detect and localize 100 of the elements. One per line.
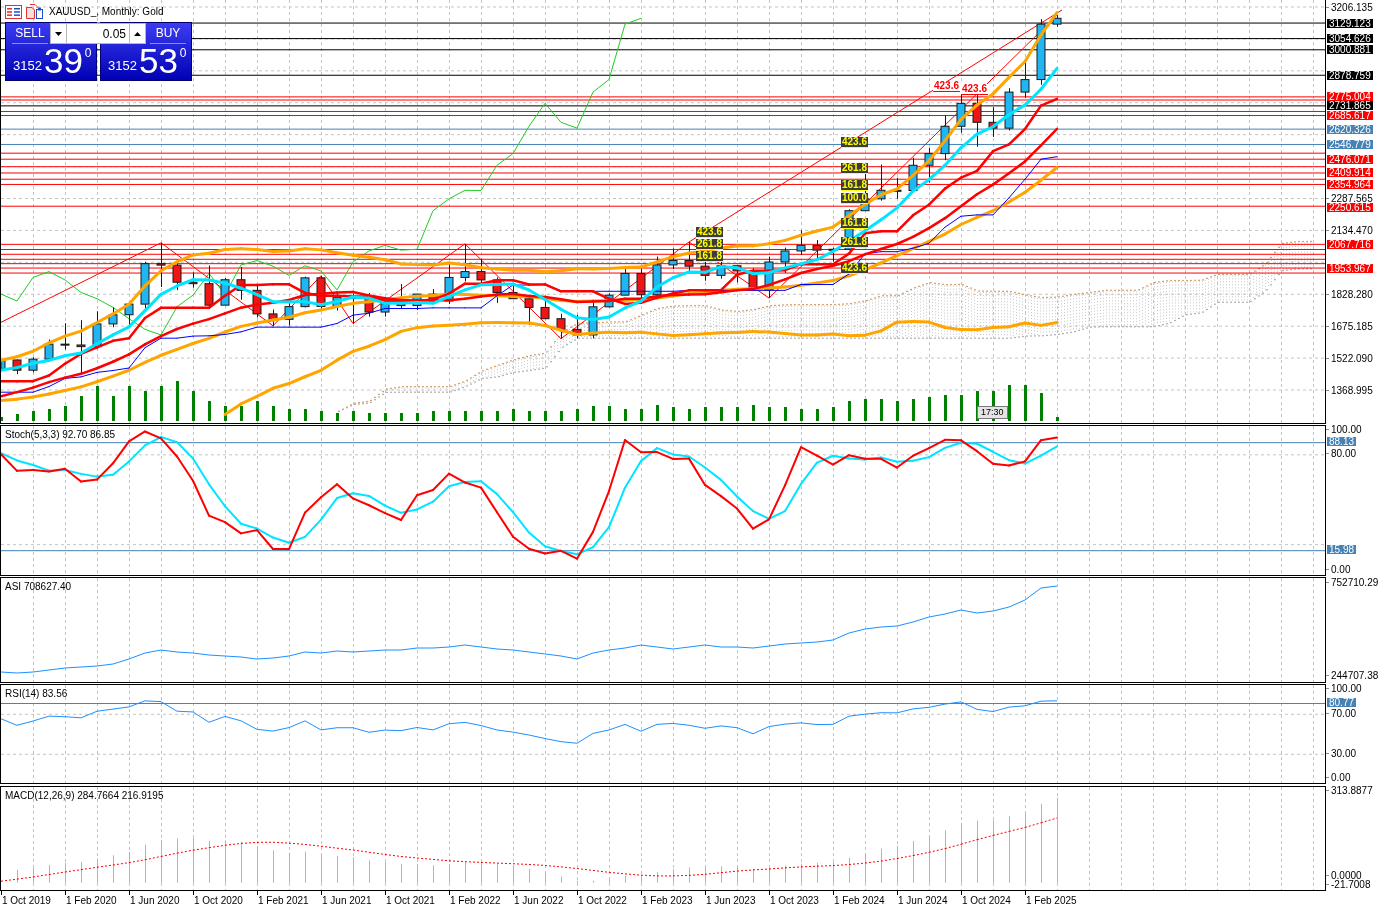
time-scale-label: 1 Feb 2024 <box>834 895 885 906</box>
volume-bar <box>1040 393 1043 421</box>
volume-bar <box>288 409 291 421</box>
volume-bar <box>752 405 755 421</box>
volume-bar <box>432 411 435 421</box>
volume-bar <box>336 413 339 421</box>
volume-bar <box>1056 417 1059 421</box>
volume-bar <box>912 399 915 421</box>
time-scale-label: 1 Feb 2020 <box>66 895 117 906</box>
volume-bar <box>96 386 99 421</box>
increase-volume-button[interactable] <box>129 23 146 44</box>
indicator-scale-label: -21.7008 <box>1331 880 1371 889</box>
list-icon[interactable] <box>5 4 22 19</box>
volume-bar <box>672 407 675 421</box>
time-scale-label: 1 Oct 2024 <box>962 895 1011 906</box>
indicator-level-label: 88.13 <box>1327 437 1357 447</box>
volume-bar <box>528 411 531 421</box>
time-scale-label: 1 Oct 2020 <box>194 895 243 906</box>
price-scale-label: 3206.135 <box>1331 2 1373 12</box>
decrease-volume-button[interactable] <box>50 23 67 44</box>
volume-bar <box>592 406 595 421</box>
volume-bar <box>784 407 787 421</box>
fibonacci-level-label: 100.0 <box>841 193 869 204</box>
price-level-label: 2067.716 <box>1327 239 1373 249</box>
price-scale-label: 1522.090 <box>1331 353 1373 363</box>
fibonacci-level-label: 261.8 <box>696 239 724 250</box>
pages-icon[interactable] <box>26 4 43 19</box>
caret-up-icon <box>134 31 141 36</box>
indicator-scale-label: 30.00 <box>1331 748 1357 758</box>
fibonacci-level-label: 161.8 <box>841 218 869 229</box>
volume-bar <box>656 405 659 421</box>
volume-bar <box>496 411 499 421</box>
price-scale-label: 1675.185 <box>1331 321 1373 331</box>
volume-bar <box>896 401 899 421</box>
volume-bar <box>544 411 547 421</box>
price-scale-label: 1368.995 <box>1331 385 1373 395</box>
fibonacci-level-label: 423.6 <box>841 137 869 148</box>
volume-bar <box>848 401 851 421</box>
volume-bar <box>368 413 371 421</box>
fibonacci-level-label: 423.6 <box>696 227 724 238</box>
price-level-label: 2731.865 <box>1327 101 1373 111</box>
fibonacci-level-label: 261.8 <box>841 163 869 174</box>
volume-bar <box>240 406 243 421</box>
time-scale-label: 1 Jun 2023 <box>706 895 756 906</box>
volume-field[interactable]: 0.05 <box>67 23 129 44</box>
volume-bar <box>720 407 723 421</box>
indicator-level-label: 80.77 <box>1327 698 1357 707</box>
price-scale-label: 1828.280 <box>1331 289 1373 299</box>
volume-bar <box>304 409 307 421</box>
time-scale-label: 1 Oct 2019 <box>2 895 51 906</box>
price-level-label: 2250.615 <box>1327 203 1373 212</box>
price-level-label: 3054.626 <box>1327 34 1373 44</box>
fibonacci-level-label: 161.8 <box>696 251 724 262</box>
price-scale-label: 2134.470 <box>1331 225 1373 235</box>
volume-bar <box>704 407 707 421</box>
volume-bar <box>192 391 195 421</box>
time-scale-label: 1 Feb 2025 <box>1026 895 1077 906</box>
indicator-title: ASI 708627.40 <box>5 581 72 592</box>
volume-bar <box>416 413 419 421</box>
price-level-label: 1953.967 <box>1327 263 1373 273</box>
caret-down-icon <box>55 31 62 36</box>
indicator-scale-label: 70.00 <box>1331 708 1357 718</box>
volume-bar <box>928 397 931 421</box>
price-level-label: 3129.123 <box>1327 18 1373 28</box>
volume-bar <box>800 409 803 421</box>
volume-bar <box>640 409 643 421</box>
volume-bar <box>688 409 691 421</box>
time-scale-label: 1 Jun 2022 <box>514 895 564 906</box>
countdown-label: 17:30 <box>977 406 1008 419</box>
volume-bar <box>256 401 259 421</box>
indicator-scale-label: 244707.38 <box>1331 671 1379 681</box>
volume-bar <box>576 409 579 421</box>
indicator-scale-label: 0.00 <box>1331 773 1351 782</box>
indicator-title: MACD(12,26,9) 284.7664 216.9195 <box>5 790 164 801</box>
volume-bar <box>384 413 387 421</box>
fibonacci-level-label: 423.6 <box>933 81 961 92</box>
volume-bar <box>560 411 563 421</box>
volume-bar <box>448 411 451 421</box>
price-level-label: 3000.881 <box>1327 45 1373 55</box>
volume-bar <box>32 411 35 421</box>
volume-bar <box>944 395 947 421</box>
time-scale-label: 1 Feb 2022 <box>450 895 501 906</box>
volume-bar <box>160 386 163 421</box>
volume-bar <box>1024 385 1027 421</box>
indicator-scale-label: 80.00 <box>1331 449 1357 459</box>
volume-bar <box>48 409 51 421</box>
volume-bar <box>16 414 19 421</box>
volume-bar <box>1008 385 1011 421</box>
volume-bar <box>112 396 115 421</box>
volume-bar <box>960 395 963 421</box>
volume-bar <box>832 407 835 421</box>
price-level-label: 2775.004 <box>1327 92 1373 102</box>
volume-bar <box>400 413 403 421</box>
volume-bar <box>864 399 867 421</box>
volume-bar <box>736 407 739 421</box>
fibonacci-level-label: 161.8 <box>841 180 869 191</box>
volume-bar <box>352 411 355 421</box>
volume-bar <box>208 401 211 421</box>
volume-bar <box>880 399 883 421</box>
volume-bar <box>624 409 627 421</box>
